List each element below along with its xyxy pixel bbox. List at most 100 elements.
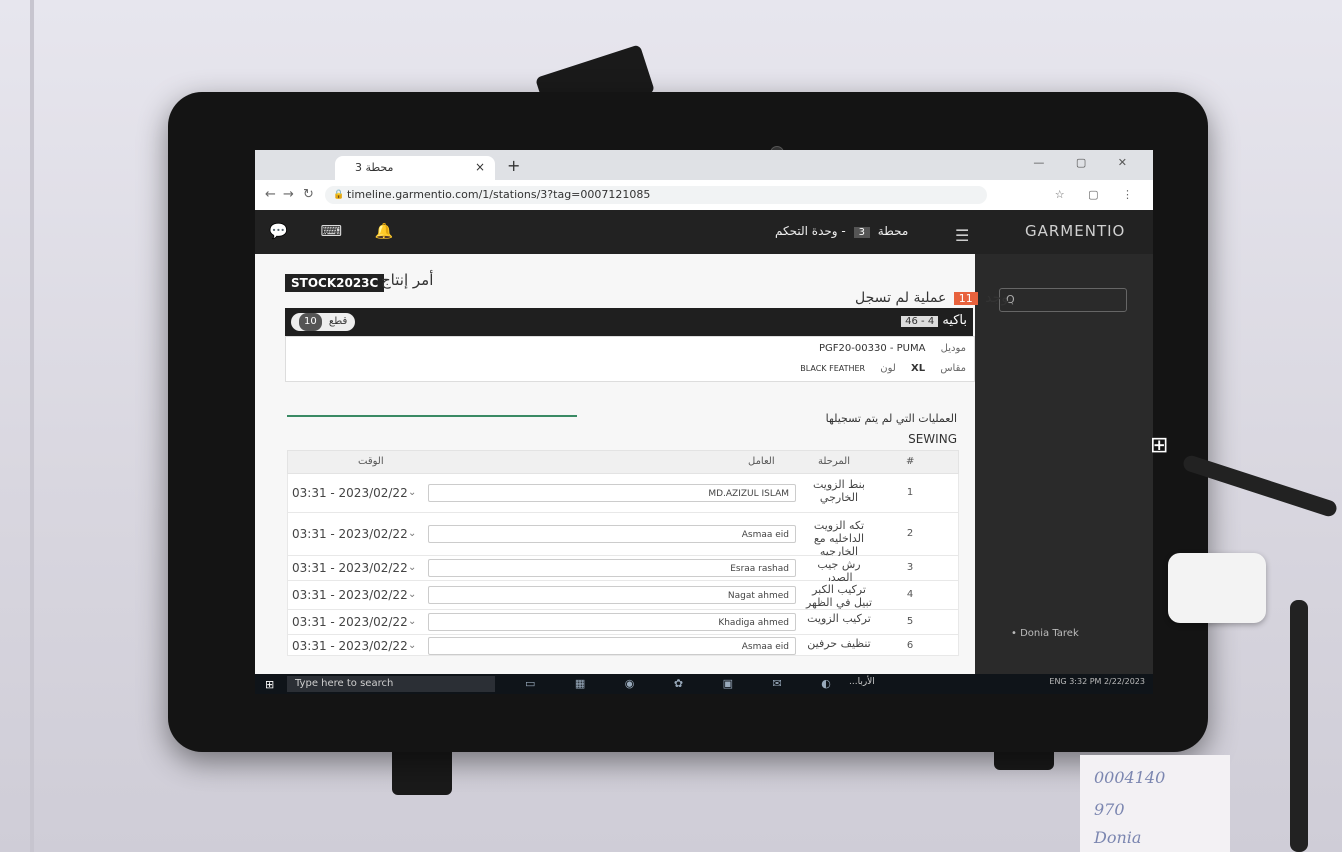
row-stage: تنظيف حرفين [807, 637, 871, 650]
row-index: 4 [906, 589, 914, 600]
bundle-bar: 10 قطع باكيه 4 - 46 [285, 308, 973, 336]
worker-select[interactable]: MD.AZIZUL ISLAM [428, 484, 796, 502]
row-time: 03:31 - 2023/02/22 [292, 561, 408, 575]
row-index: 5 [906, 616, 914, 627]
pieces-count: 10 [299, 313, 322, 331]
browser-tab[interactable]: محطة 3 × [335, 156, 495, 180]
browser-toolbar-icons[interactable]: ☆ ▢ ⋮ [1055, 188, 1143, 201]
worker-select[interactable]: Asmaa eid [428, 637, 796, 655]
station-title: محطة 3 - وحدة التحكم [775, 224, 908, 238]
control-unit-label: وحدة التحكم [775, 224, 838, 238]
table-row: 03:31 - 2023/02/22 ⌄ Asmaa eid تكه الزويت ا… [287, 513, 959, 558]
color-label: لون [880, 363, 896, 374]
browser-address-bar: ← → ↻ timeline.garmentio.com/1/stations/… [255, 180, 1153, 211]
row-index: 3 [906, 562, 914, 573]
row-index: 6 [906, 640, 914, 651]
row-index: 2 [906, 528, 914, 539]
url-field[interactable]: timeline.garmentio.com/1/stations/3?tag=… [325, 186, 987, 204]
tab-title: محطة 3 [355, 161, 394, 174]
col-stage: المرحلة [818, 456, 850, 467]
col-time: الوقت [358, 456, 384, 467]
model-row: موديل PGF20-00330 - PUMA [819, 343, 966, 354]
bundle-range: 4 - 46 [901, 316, 939, 327]
windows-taskbar: ⊞ Type here to search ▭ ▦ ◉ ✿ ▣ ✉ ◐ الأر… [255, 674, 1153, 694]
right-sidebar [975, 254, 1153, 674]
worker-select[interactable]: Esraa rashad [428, 559, 796, 577]
worker-select[interactable]: Asmaa eid [428, 525, 796, 543]
window-controls[interactable]: — ▢ ✕ [1033, 156, 1141, 169]
row-stage: تكه الزويت الداخليه مع الخارجيه [813, 519, 865, 558]
model-value: PGF20-00330 - PUMA [819, 343, 926, 354]
row-time: 03:31 - 2023/02/22 [292, 486, 408, 500]
note-line-3: Donia [1094, 828, 1142, 847]
progress-bar [287, 415, 577, 417]
pieces-label: قطع [328, 316, 348, 327]
chevron-down-icon[interactable]: ⌄ [408, 640, 422, 651]
chevron-down-icon[interactable]: ⌄ [408, 616, 422, 627]
row-index: 1 [906, 487, 914, 498]
menu-icon[interactable]: ☰ [955, 226, 969, 245]
sidebar-search-input[interactable]: Q [999, 288, 1127, 312]
tab-close-icon[interactable]: × [475, 160, 485, 174]
back-icon[interactable]: ← [265, 187, 276, 202]
unregistered-prefix: يوجد [985, 290, 1013, 306]
windows-logo-icon: ⊞ [1150, 433, 1169, 458]
chevron-down-icon[interactable]: ⌄ [408, 562, 422, 573]
tray-lang: ENG [1049, 677, 1067, 686]
taskbar-search-input[interactable]: Type here to search [287, 676, 495, 692]
chevron-down-icon[interactable]: ⌄ [408, 487, 422, 498]
tablet-screen: محطة 3 × + — ▢ ✕ ← → ↻ timeline.garmenti… [255, 150, 1153, 694]
bundle-label: باكيه [942, 313, 967, 328]
note-line-1: 0004140 [1094, 768, 1166, 787]
row-stage: تركيب الزويت [807, 612, 871, 625]
col-index: # [906, 456, 915, 467]
station-label: محطة [877, 224, 909, 238]
unregistered-suffix: عملية لم تسجل [855, 290, 947, 306]
lock-icon: 🔒 [333, 190, 345, 200]
reload-icon[interactable]: ↻ [303, 187, 314, 202]
header-icons[interactable]: 💬 ⌨ 🔔 [269, 222, 408, 240]
chevron-down-icon[interactable]: ⌄ [408, 589, 422, 600]
brand-logo: GARMENTIO [1025, 222, 1126, 240]
col-worker: العامل [748, 456, 775, 467]
row-stage: بنط الزويت الخارجي [813, 478, 865, 504]
sidebar-user-name: Donia Tarek [1020, 628, 1079, 639]
forward-icon[interactable]: → [283, 187, 294, 202]
table-row: 03:31 - 2023/02/22 ⌄ Nagat ahmed تركيب الكب… [287, 581, 959, 610]
tray-label: الأربا... [849, 677, 875, 687]
color-value: BLACK FEATHER [800, 364, 866, 373]
new-tab-button[interactable]: + [507, 156, 520, 175]
bundle-title: باكيه 4 - 46 [897, 313, 967, 328]
sidebar-user[interactable]: • Donia Tarek [1011, 628, 1079, 639]
size-label: مقاس [940, 363, 966, 374]
worker-select[interactable]: Nagat ahmed [428, 586, 796, 604]
operations-table: الوقت العامل المرحلة # 03:31 - 2023/02/2… [287, 450, 959, 656]
usb-adapter [1168, 553, 1266, 623]
table-row: 03:31 - 2023/02/22 ⌄ Esraa rashad رش جيب ال… [287, 556, 959, 584]
table-row: 03:31 - 2023/02/22 ⌄ MD.AZIZUL ISLAM بنط ال… [287, 474, 959, 513]
table-row: 03:31 - 2023/02/22 ⌄ Asmaa eid تنظيف حرفين 6 [287, 635, 959, 656]
worker-select[interactable]: Khadiga ahmed [428, 613, 796, 631]
model-label: موديل [940, 343, 966, 354]
pieces-badge: 10 قطع [291, 313, 356, 331]
row-time: 03:31 - 2023/02/22 [292, 615, 408, 629]
taskbar-app-icons[interactable]: ▭ ▦ ◉ ✿ ▣ ✉ ◐ [525, 677, 849, 690]
stock-code-badge: STOCK2023C [285, 274, 385, 292]
table-header: الوقت العامل المرحلة # [287, 450, 959, 474]
row-time: 03:31 - 2023/02/22 [292, 527, 408, 541]
unregistered-count: 11 [953, 292, 978, 305]
chevron-down-icon[interactable]: ⌄ [408, 528, 422, 539]
size-value: XL [911, 363, 926, 374]
system-tray[interactable]: ENG 3:32 PM 2/22/2023 [1049, 677, 1145, 686]
wall-seam [30, 0, 34, 852]
tray-time: 3:32 PM [1069, 677, 1102, 686]
app-header: 💬 ⌨ 🔔 محطة 3 - وحدة التحكم ☰ GARMENTIO [255, 210, 1153, 254]
note-line-2: 970 [1094, 800, 1125, 819]
size-row: مقاس XL لون BLACK FEATHER [800, 363, 966, 374]
start-icon[interactable]: ⊞ [265, 678, 274, 691]
tray-date: 2/22/2023 [1103, 677, 1145, 686]
station-number: 3 [853, 227, 870, 238]
row-time: 03:31 - 2023/02/22 [292, 639, 408, 653]
row-stage: تركيب الكبر تبيل في الظهر [805, 583, 873, 609]
operations-section: SEWING [908, 432, 957, 446]
